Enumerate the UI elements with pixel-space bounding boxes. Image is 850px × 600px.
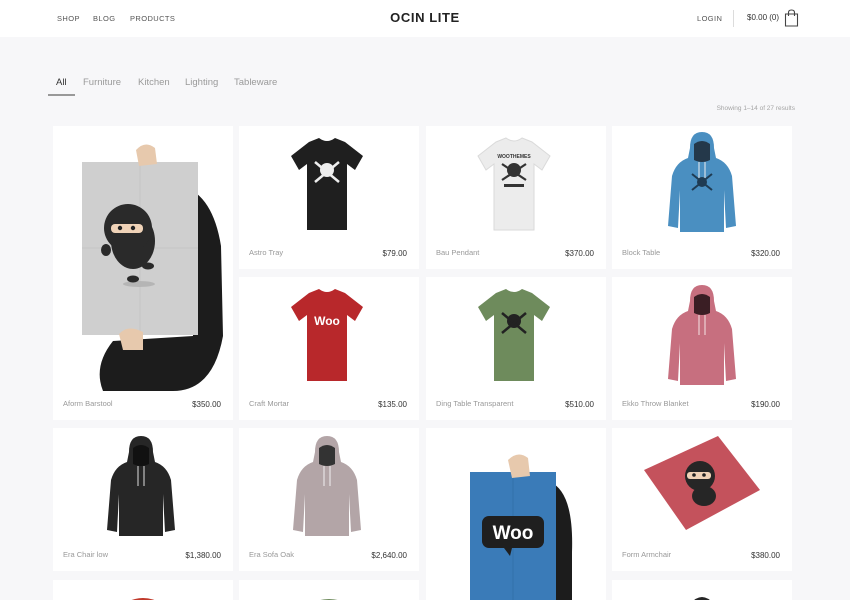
product-name[interactable]: Ding Table Transparent: [436, 399, 513, 408]
product-price: $190.00: [751, 400, 780, 409]
product-name[interactable]: Form Armchair: [622, 550, 671, 559]
tab-tableware[interactable]: Tableware: [234, 77, 277, 88]
product-price: $2,640.00: [371, 551, 407, 560]
product-name[interactable]: Craft Mortar: [249, 399, 289, 408]
product-name[interactable]: Era Sofa Oak: [249, 550, 294, 559]
woo-logo-text: Woo: [314, 314, 340, 328]
white-tshirt-image: WOOTHEMES: [477, 137, 551, 231]
product-name[interactable]: Block Table: [622, 248, 660, 257]
product-card[interactable]: [53, 580, 233, 600]
product-name[interactable]: Era Chair low: [63, 550, 108, 559]
product-name[interactable]: Astro Tray: [249, 248, 283, 257]
green-tshirt-image: [478, 289, 550, 381]
red-tshirt-image: Woo: [291, 289, 363, 381]
product-price: $350.00: [192, 400, 221, 409]
product-price: $510.00: [565, 400, 594, 409]
grey-hoodie-image: [293, 436, 361, 536]
product-card[interactable]: [612, 580, 792, 600]
tab-all[interactable]: All: [56, 77, 67, 88]
tab-lighting[interactable]: Lighting: [185, 77, 218, 88]
shopping-bag-icon[interactable]: [784, 9, 799, 27]
product-price: $370.00: [565, 249, 594, 258]
black-hoodie-image: [107, 436, 175, 536]
ninja-card-image: [644, 436, 760, 530]
dark-product-image: [694, 597, 710, 600]
cart-total[interactable]: $0.00 (0): [747, 13, 779, 22]
product-card[interactable]: [239, 580, 419, 600]
product-card[interactable]: Ding Table Transparent $510.00: [426, 277, 606, 420]
green-product-image: [320, 599, 338, 600]
red-product-image: [131, 598, 155, 600]
login-link[interactable]: LOGIN: [697, 14, 722, 23]
product-card[interactable]: Form Armchair $380.00: [612, 428, 792, 571]
product-price: $79.00: [382, 249, 407, 258]
woothemes-logo-text: WOOTHEMES: [497, 154, 531, 160]
header-divider: [733, 10, 734, 27]
product-name[interactable]: Ekko Throw Blanket: [622, 399, 689, 408]
pink-hoodie-image: [668, 285, 736, 385]
woo-poster-image: Woo: [470, 454, 573, 600]
product-card[interactable]: WOOTHEMES Bau Pendant $370.00: [426, 126, 606, 269]
tab-kitchen[interactable]: Kitchen: [138, 77, 170, 88]
woo-logo-text: Woo: [493, 523, 534, 544]
product-name[interactable]: Bau Pendant: [436, 248, 479, 257]
product-price: $135.00: [378, 400, 407, 409]
product-card[interactable]: Astro Tray $79.00: [239, 126, 419, 269]
product-price: $320.00: [751, 249, 780, 258]
product-card[interactable]: Woo: [426, 428, 606, 600]
product-card[interactable]: Woo Craft Mortar $135.00: [239, 277, 419, 420]
site-header: SHOP BLOG PRODUCTS OCIN LITE LOGIN $0.00…: [0, 0, 850, 37]
site-logo[interactable]: OCIN LITE: [0, 10, 850, 25]
product-price: $1,380.00: [185, 551, 221, 560]
product-card[interactable]: Ekko Throw Blanket $190.00: [612, 277, 792, 420]
active-tab-indicator: [48, 94, 75, 96]
product-card[interactable]: Era Chair low $1,380.00: [53, 428, 233, 571]
product-card[interactable]: Block Table $320.00: [612, 126, 792, 269]
black-tshirt-image: [291, 138, 363, 230]
tab-furniture[interactable]: Furniture: [83, 77, 121, 88]
product-name[interactable]: Aform Barstool: [63, 399, 113, 408]
product-price: $380.00: [751, 551, 780, 560]
product-card[interactable]: Aform Barstool $350.00: [53, 126, 233, 420]
ninja-poster-image: [82, 144, 223, 391]
result-count: Showing 1–14 of 27 results: [716, 105, 795, 112]
product-card[interactable]: Era Sofa Oak $2,640.00: [239, 428, 419, 571]
blue-hoodie-image: [668, 132, 736, 232]
